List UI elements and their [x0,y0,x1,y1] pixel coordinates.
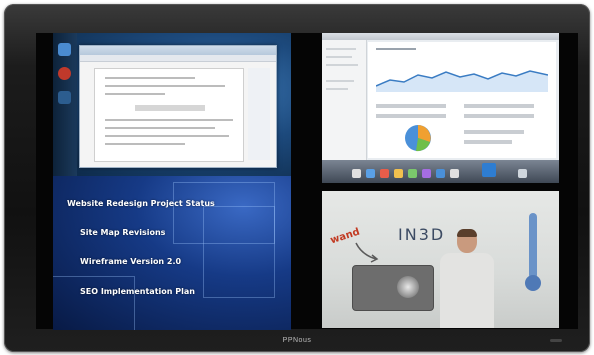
text-line [105,127,215,129]
dock-app-icon [450,169,459,178]
quadrant-analytics-dashboard [322,33,559,183]
dashboard-sidebar [322,40,367,160]
dock-app-icon [436,169,445,178]
thermometer-drawing [529,213,537,279]
text-line [105,135,229,137]
form-box [135,105,205,111]
text-line [105,93,165,95]
text-line [105,85,225,87]
dashboard-main [368,42,556,158]
browser-toolbar [322,33,559,40]
dock-app-icon [422,169,431,178]
sidebar-line [326,48,356,50]
taskbar-app-icon [58,91,71,104]
stat-bar [376,114,446,118]
sidebar-line [326,64,358,66]
slide-item-site-map: Site Map Revisions [80,228,166,237]
stat-bar [464,140,512,144]
dock-app-icon [380,169,389,178]
quadrant-project-status-slide: Website Redesign Project Status Site Map… [53,176,291,330]
blueprint-lines [203,206,275,298]
quadrant-desktop-document [53,33,291,176]
slide-title: Website Redesign Project Status [67,199,215,208]
stat-bar [464,130,524,134]
stat-bar [376,104,446,108]
dock-app-icon [482,163,496,177]
sidebar-line [326,80,354,82]
presenter-hair [457,229,477,237]
sidebar-line [326,56,352,58]
monitor-brand-label: PPNous [282,337,312,344]
dock-app-icon [352,169,361,178]
presenter [432,229,502,328]
projector-lens [397,276,419,298]
blueprint-lines [53,276,135,330]
dock-app-icon [394,169,403,178]
window-side-panel [248,68,270,160]
taskbar-app-icon [58,67,71,80]
text-line [105,77,195,79]
window-toolbar [80,55,276,62]
document-page [94,68,244,162]
app-dock [322,160,559,183]
taskbar-app-icon [58,43,71,56]
arrow-icon [355,242,379,263]
dock-app-icon [366,169,375,178]
visits-line-chart [376,70,548,92]
stat-bar [464,104,534,108]
stat-bar [464,114,534,118]
projector-drawing [352,265,434,311]
document-window [79,45,277,168]
text-line [105,143,185,145]
slide-item-seo: SEO Implementation Plan [80,287,195,296]
dashboard-heading [376,48,416,50]
dock-app-icon [408,169,417,178]
power-indicator [550,339,562,342]
window-title-bar [80,46,276,55]
quadrant-presenter-video: wand IN3D [322,191,559,328]
presenter-body [440,253,494,328]
traffic-pie-chart [405,125,431,152]
text-line [105,119,233,121]
slide-item-wireframe: Wireframe Version 2.0 [80,257,182,266]
dock-app-icon [518,169,527,178]
desktop-taskbar [53,33,77,176]
sidebar-line [326,88,348,90]
thermometer-bulb [525,275,541,291]
